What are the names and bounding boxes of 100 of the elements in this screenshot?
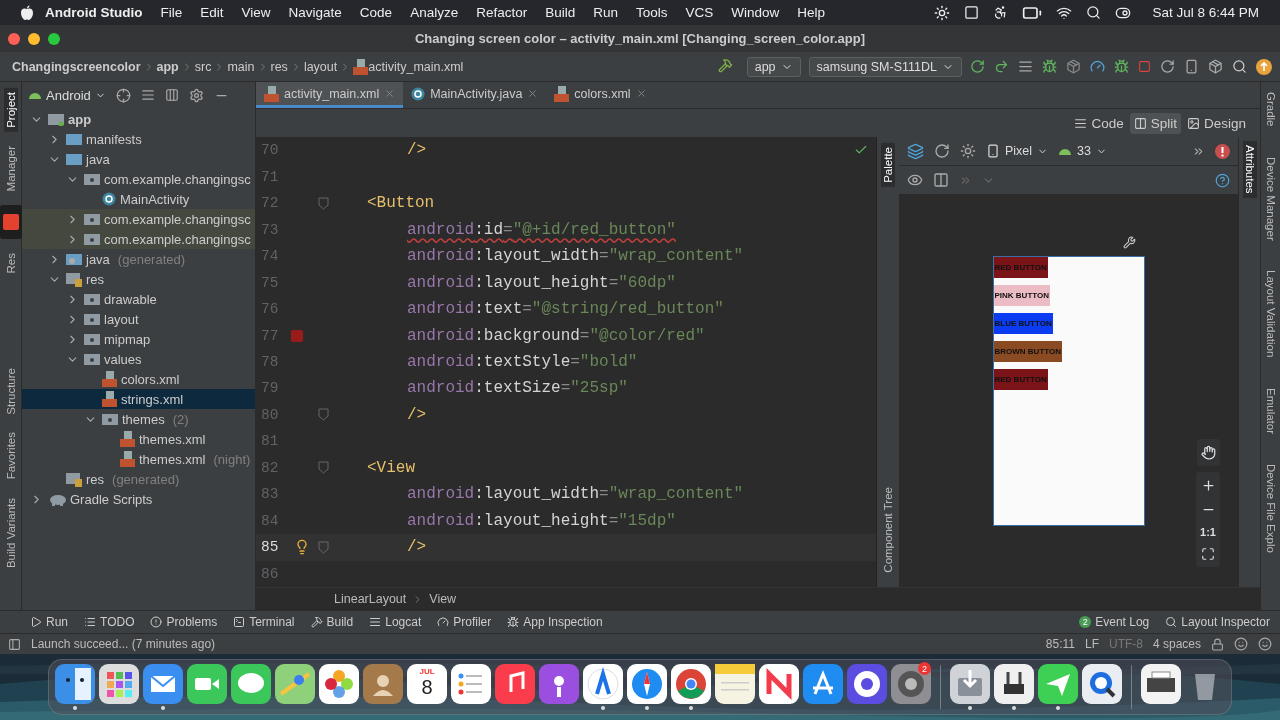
breadcrumb[interactable]: res: [270, 59, 288, 74]
menu-item[interactable]: Run: [586, 5, 625, 20]
editor-tab[interactable]: colors.xml: [546, 82, 655, 108]
status-item[interactable]: 4 spaces: [1152, 637, 1201, 651]
bug-icon[interactable]: [1042, 59, 1057, 74]
podcast-icon[interactable]: [539, 664, 579, 704]
notepad-icon[interactable]: [715, 664, 755, 704]
close-icon[interactable]: [527, 88, 539, 99]
search-icon[interactable]: [1232, 59, 1247, 74]
smile-icon[interactable]: [1234, 637, 1248, 651]
tool-window-tab[interactable]: Gradle: [1263, 88, 1278, 131]
alert-icon[interactable]: [150, 616, 163, 628]
list-icon[interactable]: [84, 616, 96, 628]
sun-icon[interactable]: [934, 4, 951, 21]
bug-icon[interactable]: [507, 616, 520, 628]
tree-row[interactable]: manifests: [22, 129, 255, 149]
attach-icon[interactable]: [1114, 59, 1129, 74]
tree-row[interactable]: values: [22, 349, 255, 369]
hand-icon[interactable]: [1200, 445, 1216, 460]
tree-row[interactable]: com.example.changingsc: [22, 169, 255, 189]
play-icon[interactable]: [30, 616, 42, 628]
tree-row-selected[interactable]: strings.xml: [22, 389, 255, 409]
gauge-icon[interactable]: [437, 616, 450, 628]
tool-window-tab[interactable]: Project: [3, 88, 18, 132]
rerun-icon[interactable]: [970, 59, 985, 74]
tool-window-tab[interactable]: Run: [30, 615, 68, 629]
breadcrumb[interactable]: app: [156, 59, 179, 74]
tree-row[interactable]: java: [22, 149, 255, 169]
download-tray-icon[interactable]: [950, 664, 990, 704]
help-icon[interactable]: [1215, 172, 1230, 188]
lines-icon[interactable]: [1018, 59, 1033, 74]
tool-window-tab[interactable]: Layout Validation: [1263, 266, 1278, 362]
compass-a-icon[interactable]: [583, 664, 623, 704]
menu-item[interactable]: VCS: [678, 5, 721, 20]
chat-bubble-icon[interactable]: [231, 664, 271, 704]
tool-window-tab[interactable]: Logcat: [369, 615, 422, 629]
map-icon[interactable]: [275, 664, 315, 704]
magnifier-q-icon[interactable]: [1082, 664, 1122, 704]
update-icon[interactable]: [1256, 58, 1272, 75]
tree-row[interactable]: mipmap: [22, 329, 255, 349]
gauge-icon[interactable]: [1090, 59, 1105, 74]
checklist-icon[interactable]: [451, 664, 491, 704]
run-config-dropdown[interactable]: app: [746, 56, 801, 77]
component-tree-tab[interactable]: Component Tree: [881, 483, 895, 577]
tool-window-tab[interactable]: Problems: [150, 615, 218, 629]
menu-item[interactable]: View: [234, 5, 278, 20]
stop-icon[interactable]: [1138, 60, 1151, 73]
status-item[interactable]: LF: [1084, 637, 1099, 651]
tool-window-tab[interactable]: Device File Explo: [1263, 459, 1278, 557]
package-icon[interactable]: [1066, 59, 1081, 74]
fold-marker-icon[interactable]: [318, 196, 329, 210]
menu-item[interactable]: Tools: [629, 5, 675, 20]
close-icon[interactable]: [635, 88, 647, 99]
stop-recording-button[interactable]: [0, 205, 22, 240]
clock[interactable]: Sat Jul 8 6:44 PM: [1145, 5, 1266, 20]
error-icon[interactable]: [1215, 143, 1230, 159]
breadcrumb[interactable]: layout: [303, 59, 338, 74]
fold-marker-icon[interactable]: [318, 408, 329, 422]
rotate-icon[interactable]: [934, 143, 950, 159]
lightbulb-icon[interactable]: [294, 539, 310, 556]
view-mode-button[interactable]: Code: [1070, 112, 1128, 134]
tool-window-tab[interactable]: 2 Event Log: [1079, 615, 1150, 629]
flower-icon[interactable]: [319, 664, 359, 704]
device-icon[interactable]: [1184, 59, 1199, 74]
news-icon[interactable]: [759, 664, 799, 704]
terminal-icon[interactable]: [233, 616, 246, 628]
app-menu[interactable]: Android Studio: [38, 5, 150, 20]
menu-item[interactable]: Analyze: [403, 5, 466, 20]
store-icon[interactable]: [803, 664, 843, 704]
tool-window-tab[interactable]: Device Manager: [1263, 152, 1278, 245]
layers-icon[interactable]: [907, 142, 924, 160]
collapse-all-icon[interactable]: [164, 88, 179, 102]
close-button[interactable]: [8, 33, 20, 45]
menu-item[interactable]: Build: [538, 5, 583, 20]
contacts-icon[interactable]: [363, 664, 403, 704]
status-item[interactable]: 85:11: [1045, 637, 1075, 651]
tree-row[interactable]: app: [22, 109, 255, 129]
apple-icon[interactable]: [20, 4, 34, 21]
tree-row[interactable]: MainActivity: [22, 189, 255, 209]
tool-window-tab[interactable]: TODO: [84, 615, 135, 629]
tree-row[interactable]: themes.xml: [22, 429, 255, 449]
breadcrumb[interactable]: LinearLayout: [334, 592, 407, 606]
tool-window-tab[interactable]: Favorites: [3, 428, 18, 484]
view-mode-button[interactable]: Design: [1182, 112, 1250, 134]
crosshair-icon[interactable]: [115, 87, 131, 103]
tool-window-tab[interactable]: App Inspection: [507, 615, 603, 629]
tree-row[interactable]: com.example.changingsc: [22, 229, 255, 249]
lines-icon[interactable]: [369, 616, 382, 628]
api-level-dropdown[interactable]: 33: [1058, 144, 1107, 158]
breadcrumb[interactable]: src: [194, 59, 212, 74]
apply-changes-icon[interactable]: [994, 59, 1009, 74]
attributes-tab[interactable]: Attributes: [1242, 141, 1257, 198]
editor-tab[interactable]: MainActivity.java: [403, 82, 547, 108]
tree-row[interactable]: colors.xml: [22, 369, 255, 389]
display-icon[interactable]: [964, 5, 980, 20]
tree-row[interactable]: res (generated): [22, 469, 255, 489]
search-icon[interactable]: [1086, 5, 1102, 20]
breadcrumb[interactable]: Changingscreencolor: [12, 59, 141, 74]
tree-row[interactable]: layout: [22, 309, 255, 329]
tool-window-tab[interactable]: Profiler: [437, 615, 492, 629]
